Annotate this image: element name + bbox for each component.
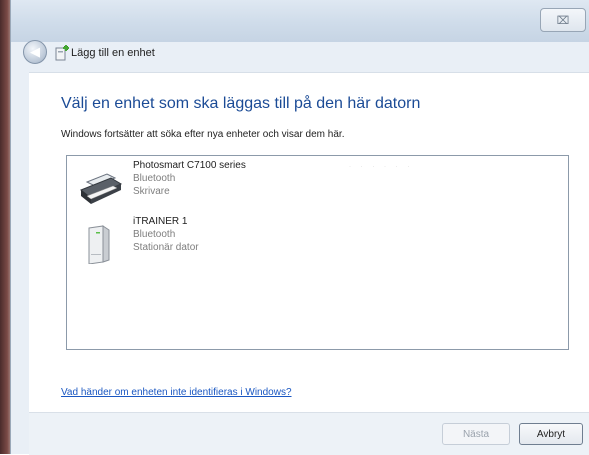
content-panel: Välj en enhet som ska läggas till på den…	[29, 72, 589, 413]
back-arrow-icon: ◀	[30, 44, 40, 59]
device-list[interactable]: · · · · · · Photosmart C7100 series Blue…	[66, 155, 569, 350]
device-name: iTRAINER 1	[133, 216, 188, 227]
list-item-photosmart[interactable]: Photosmart C7100 series Bluetooth Skriva…	[77, 160, 377, 210]
device-connection: Bluetooth	[133, 229, 176, 240]
cancel-button[interactable]: Avbryt	[519, 423, 583, 445]
title-bar[interactable]: ⌧	[11, 0, 589, 42]
device-category: Stationär dator	[133, 242, 199, 253]
close-button[interactable]: ⌧	[540, 8, 586, 32]
window-title: Lägg till en enhet	[71, 47, 155, 59]
close-icon: ⌧	[556, 14, 570, 27]
instruction-text: Windows fortsätter att söka efter nya en…	[61, 129, 345, 140]
next-button[interactable]: Nästa	[442, 423, 510, 445]
device-category: Skrivare	[133, 186, 170, 197]
device-wizard-icon	[55, 45, 69, 61]
device-name: Photosmart C7100 series	[133, 160, 246, 171]
desktop-tower-icon	[88, 225, 110, 264]
back-button[interactable]: ◀	[23, 40, 47, 64]
page-title: Välj en enhet som ska läggas till på den…	[61, 95, 421, 112]
device-connection: Bluetooth	[133, 173, 176, 184]
printer-icon	[80, 173, 123, 204]
add-device-window: ⌧ ◀ Lägg till en enhet Välj en enhet som…	[10, 0, 589, 455]
button-bar: Nästa Avbryt	[29, 412, 589, 455]
help-link[interactable]: Vad händer om enheten inte identifieras …	[61, 387, 292, 398]
list-item-itrainer[interactable]: iTRAINER 1 Bluetooth Stationär dator	[77, 216, 377, 266]
